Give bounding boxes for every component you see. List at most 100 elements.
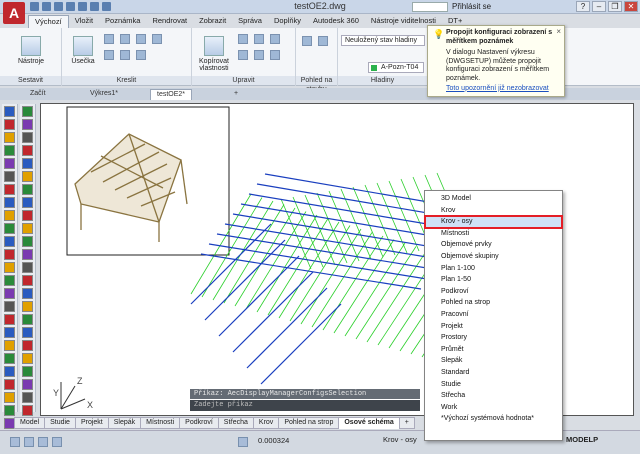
palette-tool-icon[interactable] [4, 340, 15, 351]
palette-tool-icon[interactable] [22, 275, 33, 286]
annotation-scale-icon[interactable] [238, 437, 248, 447]
menu-item[interactable]: Místnosti [425, 228, 562, 240]
menu-item[interactable]: Průmět [425, 344, 562, 356]
trim-icon[interactable] [270, 34, 280, 44]
dont-show-link[interactable]: Toto upozornění již nezobrazovat [446, 85, 549, 94]
minimize-icon[interactable]: – [592, 1, 606, 12]
ribbon-tab[interactable]: Vložit [69, 15, 99, 28]
view-icon[interactable] [302, 36, 312, 46]
menu-item[interactable]: Objemové prvky [425, 239, 562, 251]
doc-tab-start[interactable]: Začít [24, 89, 52, 100]
palette-tool-icon[interactable] [4, 392, 15, 403]
layout-tab[interactable]: Model [14, 417, 46, 429]
signin-button[interactable]: Přihlásit se [452, 2, 491, 11]
palette-tool-icon[interactable] [22, 145, 33, 156]
menu-item[interactable]: Plan 1-50 [425, 274, 562, 286]
display-configuration-dropdown[interactable]: Krov - osy [383, 435, 417, 444]
tools-button[interactable]: Nástroje [14, 36, 48, 65]
menu-item[interactable]: Work [425, 402, 562, 414]
ellipse-icon[interactable] [120, 50, 130, 60]
ribbon-tab[interactable]: Autodesk 360 [307, 15, 365, 28]
circle-icon[interactable] [120, 34, 130, 44]
menu-item[interactable]: Studie [425, 379, 562, 391]
menu-item[interactable]: Standard [425, 367, 562, 379]
palette-tool-icon[interactable] [22, 314, 33, 325]
palette-tool-icon[interactable] [4, 171, 15, 182]
ribbon-tab[interactable]: Rendrovat [146, 15, 193, 28]
menu-item[interactable]: Slepák [425, 355, 562, 367]
close-icon[interactable]: ✕ [624, 1, 638, 12]
restore-icon[interactable]: ❐ [608, 1, 622, 12]
palette-tool-icon[interactable] [4, 197, 15, 208]
palette-tool-icon[interactable] [4, 158, 15, 169]
doc-tab-vykres1[interactable]: Výkres1* [84, 89, 124, 100]
menu-item[interactable]: Střecha [425, 390, 562, 402]
palette-tool-icon[interactable] [22, 366, 33, 377]
palette-tool-icon[interactable] [22, 301, 33, 312]
palette-tool-icon[interactable] [4, 379, 15, 390]
doc-tab-testoe2[interactable]: testOE2* [150, 89, 193, 100]
grid-icon[interactable] [10, 437, 20, 447]
palette-tool-icon[interactable] [22, 288, 33, 299]
spline-icon[interactable] [136, 50, 146, 60]
line-button[interactable]: Úsečka [68, 36, 98, 65]
hatch-icon[interactable] [104, 50, 114, 60]
palette-tool-icon[interactable] [22, 340, 33, 351]
palette-tool-icon[interactable] [22, 379, 33, 390]
ribbon-tab[interactable]: Správa [232, 15, 268, 28]
palette-tool-icon[interactable] [22, 392, 33, 403]
palette-tool-icon[interactable] [22, 184, 33, 195]
layer-state-dropdown[interactable]: Neuložený stav hladiny [341, 35, 425, 46]
layout-tab[interactable]: Místnosti [140, 417, 181, 429]
layout-tab[interactable]: Střecha [217, 417, 254, 429]
menu-item[interactable]: Plan 1-100 [425, 263, 562, 275]
palette-tool-icon[interactable] [22, 132, 33, 143]
palette-tool-icon[interactable] [4, 288, 15, 299]
layout-tab[interactable]: + [398, 417, 415, 429]
command-line[interactable]: Příkaz: AecDisplayManagerConfigsSelectio… [190, 389, 420, 411]
menu-item[interactable]: 3D Model [425, 193, 562, 205]
match-properties-button[interactable]: Kopírovat vlastnosti [196, 36, 232, 72]
menu-item[interactable]: Krov - osy [424, 215, 563, 229]
palette-tool-icon[interactable] [22, 262, 33, 273]
command-input[interactable]: Zadejte příkaz [190, 400, 420, 411]
palette-tool-icon[interactable] [22, 119, 33, 130]
help-button[interactable]: ? [576, 1, 590, 12]
palette-tool-icon[interactable] [22, 223, 33, 234]
palette-tool-icon[interactable] [22, 158, 33, 169]
palette-tool-icon[interactable] [4, 262, 15, 273]
palette-tool-icon[interactable] [4, 236, 15, 247]
menu-item[interactable]: Prostory [425, 332, 562, 344]
palette-tool-icon[interactable] [22, 197, 33, 208]
arc-icon[interactable] [136, 34, 146, 44]
layout-tab[interactable]: Slepák [107, 417, 142, 429]
palette-tool-icon[interactable] [4, 275, 15, 286]
layout-tab[interactable]: Studie [44, 417, 76, 429]
palette-tool-icon[interactable] [22, 353, 33, 364]
palette-tool-icon[interactable] [4, 353, 15, 364]
palette-tool-icon[interactable] [22, 405, 33, 416]
palette-tool-icon[interactable] [4, 145, 15, 156]
layout-tab[interactable]: Podkroví [179, 417, 219, 429]
scale-icon[interactable] [270, 50, 280, 60]
palette-tool-icon[interactable] [4, 301, 15, 312]
palette-tool-icon[interactable] [4, 223, 15, 234]
menu-item[interactable]: Objemové skupiny [425, 251, 562, 263]
menu-item[interactable]: Pohled na strop [425, 297, 562, 309]
ribbon-tab[interactable]: Výchozí [28, 15, 69, 28]
layout-tab[interactable]: Pohled na strop [278, 417, 340, 429]
rectangle-icon[interactable] [152, 34, 162, 44]
snap-icon[interactable] [24, 437, 34, 447]
ribbon-tab[interactable]: Poznámka [99, 15, 146, 28]
ribbon-tab[interactable]: Doplňky [268, 15, 307, 28]
palette-tool-icon[interactable] [4, 366, 15, 377]
ortho-icon[interactable] [38, 437, 48, 447]
palette-tool-icon[interactable] [4, 405, 15, 416]
copy-icon[interactable] [238, 50, 248, 60]
palette-tool-icon[interactable] [4, 314, 15, 325]
polyline-icon[interactable] [104, 34, 114, 44]
application-menu-button[interactable]: A [3, 2, 25, 24]
palette-tool-icon[interactable] [4, 119, 15, 130]
palette-tool-icon[interactable] [4, 327, 15, 338]
palette-tool-icon[interactable] [22, 249, 33, 260]
